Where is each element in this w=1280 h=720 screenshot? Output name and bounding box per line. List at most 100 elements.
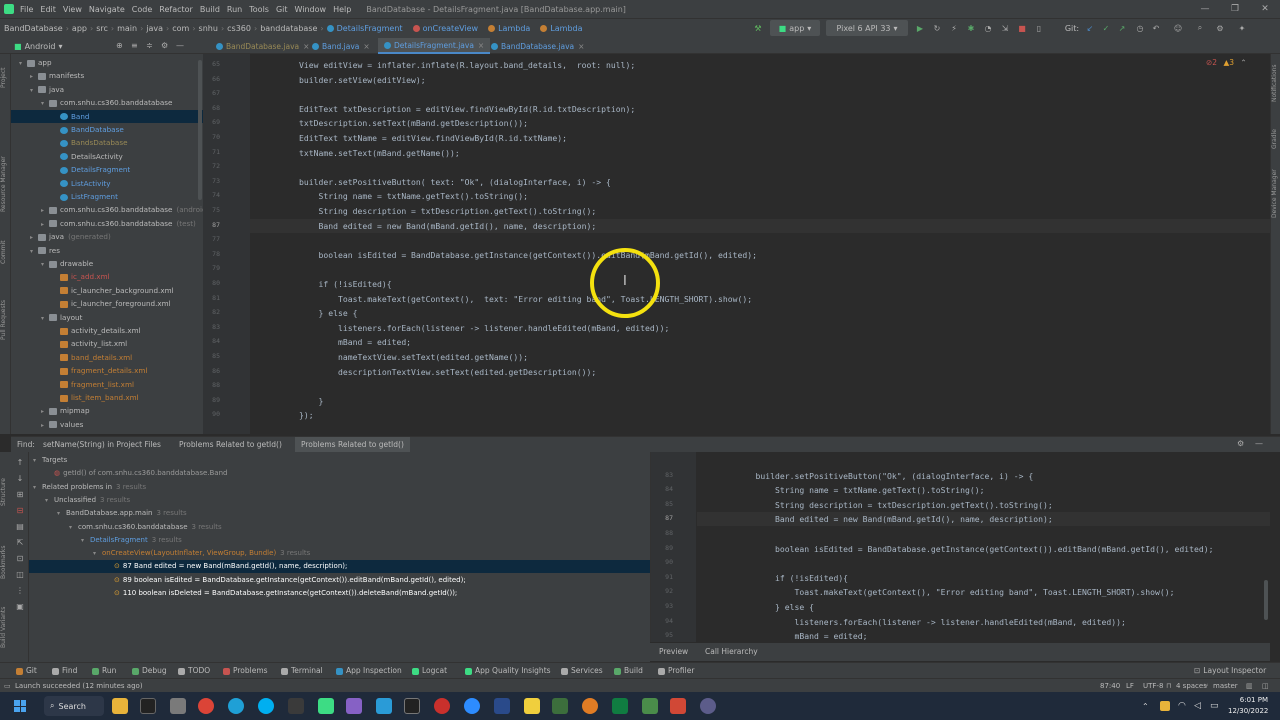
file-explorer-icon[interactable] xyxy=(112,698,128,714)
menu-edit[interactable]: Edit xyxy=(40,5,56,14)
menu-window[interactable]: Window xyxy=(295,5,327,14)
tree-item[interactable]: ▾ res xyxy=(11,244,203,257)
terminal-icon[interactable] xyxy=(140,698,156,714)
app-icon[interactable] xyxy=(288,698,304,714)
minimize-icon[interactable]: — xyxy=(1194,0,1216,18)
result-row[interactable]: ⊙ 110 boolean isDeleted = BandDatabase.ge… xyxy=(29,587,650,600)
project-tool-label[interactable]: Project xyxy=(0,58,11,98)
chevron-down-icon[interactable]: ▾ xyxy=(81,534,90,547)
git-push-icon[interactable]: ↗ xyxy=(1116,20,1128,36)
debug-icon[interactable]: ✱ xyxy=(965,20,977,36)
menu-tools[interactable]: Tools xyxy=(249,5,269,14)
group-icon[interactable]: ▤ xyxy=(15,522,25,532)
code-line[interactable]: txtName.setText(mBand.getName()); xyxy=(250,146,1270,160)
line-separator[interactable]: LF xyxy=(1126,679,1134,693)
preview-code-line[interactable]: if (!isEdited){ xyxy=(697,571,1270,585)
code-line[interactable]: txtDescription.setText(mBand.getDescript… xyxy=(250,116,1270,130)
previous-occurrence-icon[interactable]: ↑ xyxy=(15,458,25,468)
tool-window-logcat[interactable]: Logcat xyxy=(412,663,447,679)
resource-manager-tool-label[interactable]: Resource Manager xyxy=(0,144,11,224)
filter-icon[interactable]: ⋮ xyxy=(15,586,25,596)
chevron-down-icon[interactable]: ▾ xyxy=(33,454,42,467)
chevron-right-icon[interactable]: ▸ xyxy=(30,231,38,243)
code-line[interactable] xyxy=(250,379,1270,393)
apply-code-changes-icon[interactable]: ⚡ xyxy=(948,20,960,36)
chevron-right-icon[interactable]: ▸ xyxy=(41,218,49,230)
breadcrumb-tab[interactable]: Lambda xyxy=(540,24,583,33)
add-icon[interactable]: ⊕ xyxy=(116,41,123,50)
chrome-icon[interactable] xyxy=(198,698,214,714)
close-tab-icon[interactable]: × xyxy=(363,42,369,51)
preview-code-line[interactable]: builder.setPositiveButton("Ok", (dialogI… xyxy=(697,469,1270,483)
tool-window-profiler[interactable]: Profiler xyxy=(658,663,694,679)
close-tab-icon[interactable]: × xyxy=(478,41,484,50)
app-icon[interactable] xyxy=(642,698,658,714)
memory-icon[interactable]: ▥ xyxy=(1246,679,1253,693)
result-row[interactable]: ▾ DetailsFragment 3 results xyxy=(29,534,650,547)
chevron-down-icon[interactable]: ▾ xyxy=(41,97,49,109)
chevron-down-icon[interactable]: ▾ xyxy=(57,507,66,520)
code-line[interactable]: }); xyxy=(250,408,1270,422)
gradle-tool-label[interactable]: Gradle xyxy=(1271,124,1280,154)
chevron-down-icon[interactable]: ▾ xyxy=(93,547,102,560)
app-icon[interactable] xyxy=(170,698,186,714)
notifications-tool-label[interactable]: Notifications xyxy=(1271,58,1280,108)
breadcrumb-item[interactable]: src xyxy=(96,24,108,33)
tree-item[interactable]: ▾ app xyxy=(11,56,203,69)
tree-item[interactable]: ▸ java (generated) xyxy=(11,230,203,243)
project-view-selector[interactable]: ■ Android ▾ xyxy=(14,38,63,54)
tool-window-terminal[interactable]: Terminal xyxy=(281,663,323,679)
tree-item[interactable]: ▸ values xyxy=(11,418,203,431)
collapse-all-icon[interactable]: ≡ xyxy=(131,41,138,50)
menu-file[interactable]: File xyxy=(20,5,33,14)
tool-window-find[interactable]: Find xyxy=(52,663,77,679)
project-scrollbar[interactable] xyxy=(198,60,202,200)
find-tab[interactable]: setName(String) in Project Files xyxy=(37,437,167,453)
tree-item[interactable]: Band xyxy=(11,109,203,123)
vscode-icon[interactable] xyxy=(376,698,392,714)
menu-help[interactable]: Help xyxy=(333,5,351,14)
tree-item[interactable]: activity_details.xml xyxy=(11,324,203,337)
taskbar-clock[interactable]: 6:01 PM 12/30/2022 xyxy=(1228,695,1268,717)
preview-code[interactable]: builder.setPositiveButton("Ok", (dialogI… xyxy=(650,452,1270,642)
preview-code-line[interactable]: String description = txtDescription.getT… xyxy=(697,498,1270,512)
tree-item[interactable]: ic_launcher_foreground.xml xyxy=(11,297,203,310)
code-line[interactable]: builder.setView(editView); xyxy=(250,73,1270,87)
menu-refactor[interactable]: Refactor xyxy=(159,5,193,14)
tool-window-git[interactable]: Git xyxy=(16,663,37,679)
menu-view[interactable]: View xyxy=(63,5,82,14)
tree-item[interactable]: DetailsFragment xyxy=(11,163,203,176)
code-line[interactable]: String name = txtName.getText().toString… xyxy=(250,189,1270,203)
settings-icon[interactable]: ⚙ xyxy=(1214,20,1226,36)
tree-item[interactable]: list_item_band.xml xyxy=(11,391,203,404)
status-message[interactable]: Launch succeeded (12 minutes ago) xyxy=(15,679,143,693)
find-tab[interactable]: Problems Related to getId() xyxy=(295,437,410,453)
close-icon[interactable]: ▣ xyxy=(15,602,25,612)
preview-code-line[interactable]: Band edited = new Band(mBand.getId(), na… xyxy=(697,512,1270,527)
structure-tool-label[interactable]: Structure xyxy=(0,472,11,512)
code-line[interactable]: Band edited = new Band(mBand.getId(), na… xyxy=(250,218,1270,233)
rollback-icon[interactable]: ↶ xyxy=(1150,20,1162,36)
code-line[interactable] xyxy=(250,233,1270,247)
chevron-right-icon[interactable]: ▸ xyxy=(41,419,49,431)
tree-item[interactable]: ▸ com.snhu.cs360.banddatabase(androidTest… xyxy=(11,203,203,216)
preview-code-line[interactable]: mBand = edited; xyxy=(697,629,1270,642)
code-line[interactable]: EditText txtDescription = editView.findV… xyxy=(250,102,1270,116)
pin-icon[interactable]: ⊡ xyxy=(15,554,25,564)
search-icon[interactable]: ⌕ xyxy=(1194,20,1206,36)
chevron-down-icon[interactable]: ▾ xyxy=(45,494,54,507)
code-line[interactable]: EditText txtName = editView.findViewById… xyxy=(250,131,1270,145)
breadcrumb-item[interactable]: java xyxy=(146,24,163,33)
code-line[interactable] xyxy=(250,87,1270,101)
android-studio-icon[interactable] xyxy=(318,698,334,714)
result-row[interactable]: ▾ Unclassified 3 results xyxy=(29,494,650,507)
tree-item[interactable]: fragment_details.xml xyxy=(11,364,203,377)
preview-toggle-icon[interactable]: ◫ xyxy=(15,570,25,580)
profile-icon[interactable]: ◔ xyxy=(982,20,994,36)
code-line[interactable]: mBand = edited; xyxy=(250,335,1270,349)
preview-code-line[interactable]: boolean isEdited = BandDatabase.getInsta… xyxy=(697,542,1270,556)
visual-studio-icon[interactable] xyxy=(346,698,362,714)
code-line[interactable]: listeners.forEach(listener -> listener.h… xyxy=(250,321,1270,335)
breadcrumb-item[interactable]: cs360 xyxy=(227,24,251,33)
find-tab[interactable]: Problems Related to getId() xyxy=(173,437,288,453)
